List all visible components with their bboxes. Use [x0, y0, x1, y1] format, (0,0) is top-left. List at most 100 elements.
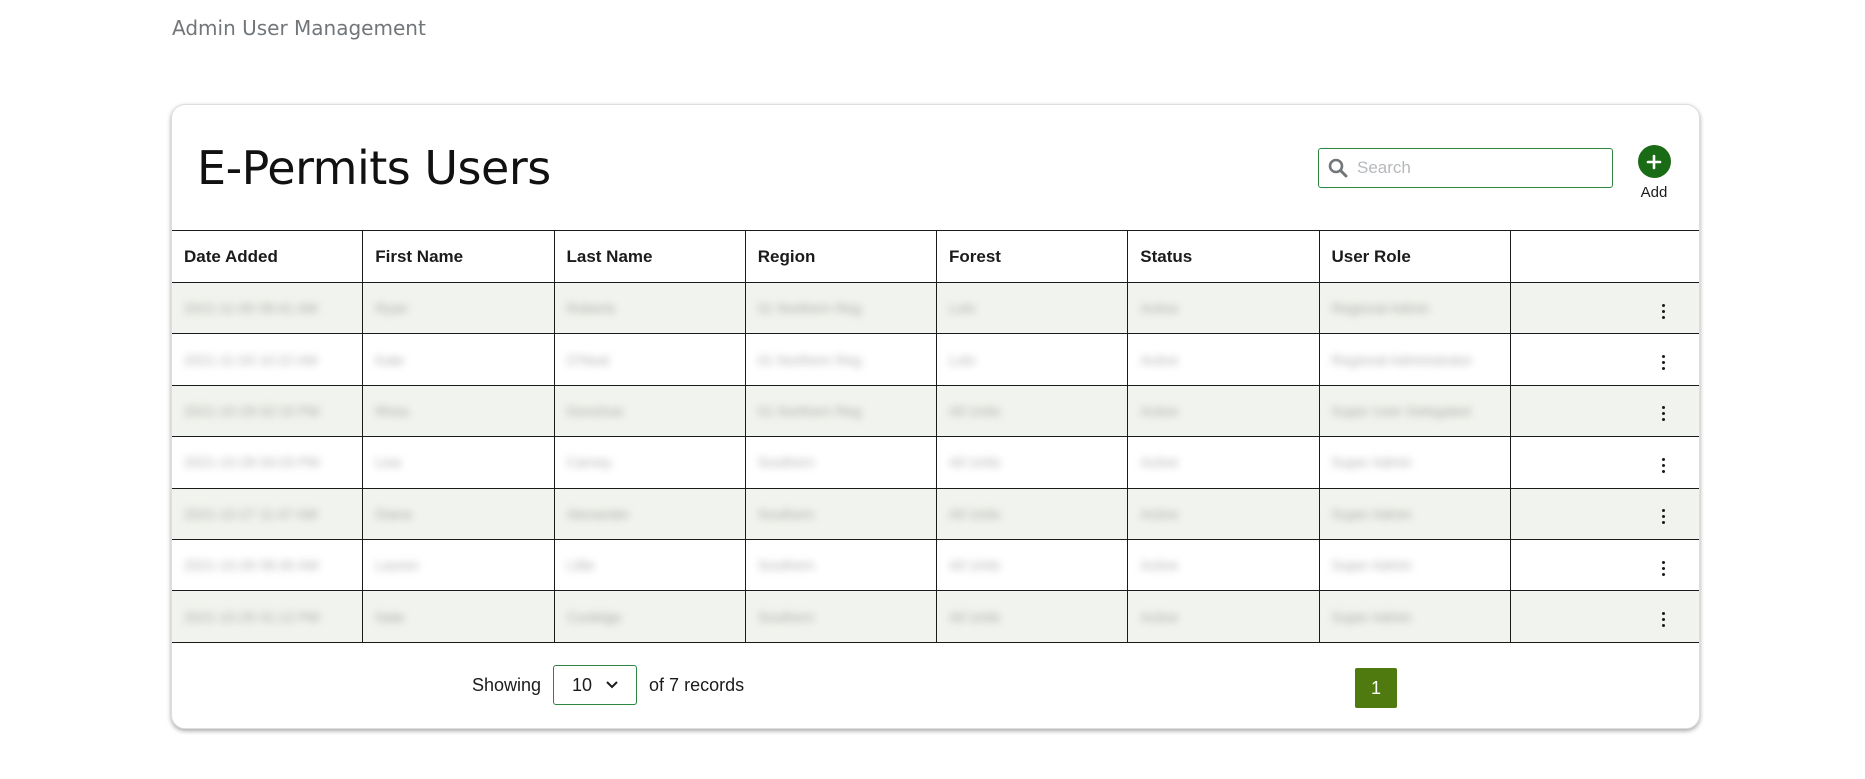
cell-value: Active	[1140, 608, 1179, 625]
column-header-first-name[interactable]: First Name	[362, 230, 555, 283]
cell-value: Regional Admin	[1331, 300, 1430, 317]
search-input[interactable]	[1357, 149, 1612, 187]
cell-value: Carney	[566, 454, 612, 471]
cell-user-role: Super User Delegated	[1318, 384, 1511, 438]
cell-actions	[1509, 384, 1699, 438]
column-header-user-role[interactable]: User Role	[1318, 230, 1511, 283]
search-box[interactable]	[1318, 148, 1613, 188]
page-button-1[interactable]: 1	[1355, 668, 1397, 708]
cell-value: Super Admin	[1331, 505, 1412, 522]
cell-value: 2021-10-29 02:15 PM	[184, 402, 320, 419]
cell-date-added: 2021-10-28 04:03 PM	[172, 436, 364, 489]
kebab-menu-icon[interactable]	[1656, 300, 1671, 323]
cell-status: Active	[1127, 538, 1320, 592]
table-row[interactable]: 2021-10-29 02:15 PM Rhea Donohue 01 Norther…	[172, 384, 1699, 438]
cell-value: Lisa	[375, 454, 401, 471]
cell-value: Alexander	[566, 505, 630, 522]
column-header-last-name[interactable]: Last Name	[553, 230, 746, 283]
cell-last-name: Lillie	[553, 538, 746, 592]
cell-actions	[1509, 333, 1699, 386]
cell-region: Southern	[744, 487, 938, 540]
kebab-menu-icon[interactable]	[1656, 608, 1671, 631]
column-header-region[interactable]: Region	[744, 230, 938, 283]
cell-value: 2021-10-25 01:12 PM	[184, 608, 320, 625]
cell-value: Active	[1140, 505, 1179, 522]
cell-value: Kate	[375, 351, 405, 368]
cell-first-name: Kate	[362, 333, 555, 386]
cell-first-name: Lisa	[362, 436, 555, 489]
table-row[interactable]: 2021-11-05 09:41 AM Ryan Roberts 01 Norther…	[172, 281, 1699, 335]
search-icon	[1319, 158, 1357, 178]
kebab-menu-icon[interactable]	[1656, 557, 1671, 580]
table-row[interactable]: 2021-10-28 04:03 PM Lisa Carney Southern All…	[172, 436, 1699, 489]
cell-value: Regional Administrator	[1331, 351, 1473, 368]
cell-user-role: Regional Administrator	[1318, 333, 1511, 386]
cell-value: Lauren	[375, 557, 419, 574]
kebab-menu-icon[interactable]	[1656, 505, 1671, 528]
kebab-menu-icon[interactable]	[1656, 402, 1671, 425]
cell-value: 01 Northern Reg	[757, 300, 862, 317]
cell-forest: All Units	[935, 487, 1129, 540]
cell-region: Southern	[744, 590, 938, 643]
cell-forest: All Units	[935, 590, 1129, 643]
cell-value: 2021-10-28 04:03 PM	[184, 454, 320, 471]
kebab-menu-icon[interactable]	[1656, 454, 1671, 477]
table-row[interactable]: 2021-11-03 10:22 AM Kate O'Neal 01 Northern…	[172, 333, 1699, 386]
table-row[interactable]: 2021-10-26 08:30 AM Lauren Lillie Southern A…	[172, 538, 1699, 592]
add-user-button[interactable]	[1637, 145, 1671, 178]
cell-forest: All Units	[935, 384, 1129, 438]
table-row[interactable]: 2021-10-27 11:47 AM Diana Alexander Souther…	[172, 487, 1699, 540]
column-header-date-added[interactable]: Date Added	[172, 230, 364, 283]
add-user-control[interactable]: Add	[1632, 145, 1676, 201]
cell-user-role: Super Admin	[1318, 538, 1511, 592]
table-row[interactable]: 2021-10-25 01:12 PM Nate Coolidge Southern A…	[172, 590, 1699, 643]
cell-forest: Lolo	[935, 333, 1129, 386]
cell-value: Super User Delegated	[1331, 402, 1471, 419]
cell-value: 2021-11-03 10:22 AM	[184, 351, 318, 368]
add-label: Add	[1640, 184, 1668, 201]
cell-value: Active	[1140, 454, 1179, 471]
column-header-status[interactable]: Status	[1127, 230, 1320, 283]
cell-region: Southern	[744, 538, 938, 592]
cell-value: Roberts	[566, 300, 616, 317]
column-header-forest[interactable]: Forest	[935, 230, 1129, 283]
cell-actions	[1509, 436, 1699, 489]
cell-user-role: Super Admin	[1318, 436, 1511, 489]
card-title: E-Permits Users	[197, 141, 551, 195]
users-table: Date Added First Name Last Name Region F…	[172, 230, 1699, 643]
cell-value: Ryan	[375, 300, 408, 317]
cell-date-added: 2021-10-26 08:30 AM	[172, 538, 364, 592]
kebab-menu-icon[interactable]	[1656, 351, 1671, 374]
cell-value: Lolo	[949, 300, 976, 317]
cell-date-added: 2021-10-25 01:12 PM	[172, 590, 364, 643]
cell-date-added: 2021-10-29 02:15 PM	[172, 384, 364, 438]
cell-region: 01 Northern Reg	[744, 281, 938, 335]
cell-value: 2021-11-05 09:41 AM	[184, 300, 318, 317]
cell-last-name: Alexander	[553, 487, 746, 540]
cell-first-name: Nate	[362, 590, 555, 643]
table-footer: Showing 10 of 7 records 1	[172, 645, 1699, 708]
cell-value: 01 Northern Reg	[757, 351, 862, 368]
pagination-summary: Showing 10 of 7 records	[472, 665, 744, 705]
cell-forest: All Units	[935, 538, 1129, 592]
cell-value: Southern	[757, 557, 815, 574]
cell-value: All Units	[949, 402, 1001, 419]
cell-user-role: Regional Admin	[1318, 281, 1511, 335]
cell-first-name: Ryan	[362, 281, 555, 335]
cell-status: Active	[1127, 436, 1320, 489]
cell-value: Active	[1140, 351, 1179, 368]
cell-actions	[1509, 487, 1699, 540]
table-body: 2021-11-05 09:41 AM Ryan Roberts 01 Norther…	[172, 281, 1699, 643]
cell-value: 01 Northern Reg	[757, 402, 862, 419]
cell-value: Super Admin	[1331, 608, 1412, 625]
cell-value: Donohue	[566, 402, 624, 419]
cell-last-name: Roberts	[553, 281, 746, 335]
cell-user-role: Super Admin	[1318, 590, 1511, 643]
cell-forest: Lolo	[935, 281, 1129, 335]
cell-value: 2021-10-26 08:30 AM	[184, 557, 319, 574]
cell-user-role: Super Admin	[1318, 487, 1511, 540]
cell-date-added: 2021-11-03 10:22 AM	[172, 333, 364, 386]
cell-actions	[1509, 538, 1699, 592]
page-size-select[interactable]: 10	[553, 665, 638, 705]
cell-last-name: Donohue	[553, 384, 746, 438]
